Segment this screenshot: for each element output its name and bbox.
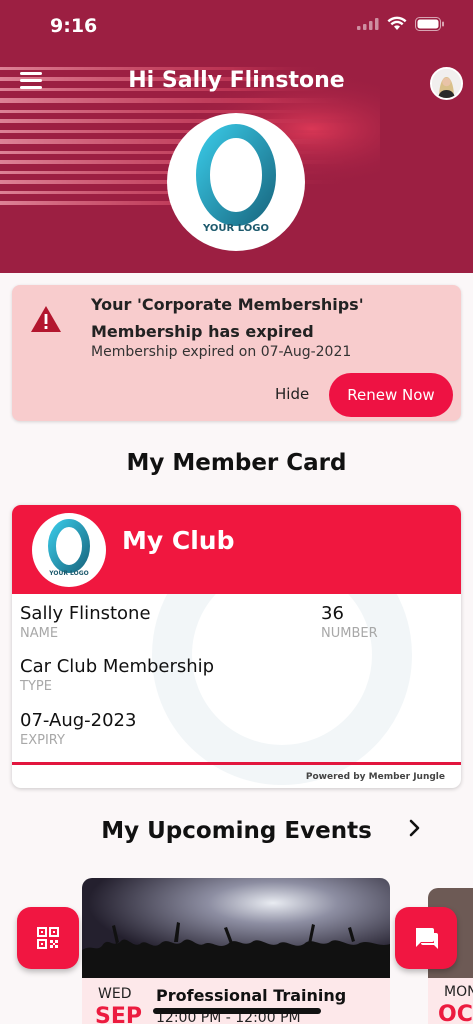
home-indicator	[153, 1008, 321, 1014]
hide-button[interactable]: Hide	[275, 385, 309, 403]
member-number-label: NUMBER	[321, 626, 378, 641]
event-title: Professional Training	[156, 986, 347, 1005]
event-details: MON OCT	[428, 978, 473, 1024]
event-month: OCT	[438, 1002, 473, 1024]
event-details: WED SEP Professional Training 12:00 PM -…	[82, 978, 390, 1024]
signal-icon	[357, 17, 379, 30]
battery-icon	[415, 16, 444, 31]
club-logo: YOUR LOGO	[167, 113, 305, 251]
member-card-heading: My Member Card	[126, 450, 347, 476]
membership-type: Car Club Membership	[20, 656, 215, 677]
card-divider	[12, 762, 461, 765]
card-club-logo: YOUR LOGO	[32, 513, 106, 587]
event-day-of-week: WED	[98, 986, 132, 1002]
alert-subtitle: Membership expired on 07-Aug-2021	[91, 344, 352, 360]
qr-code-icon	[37, 927, 59, 949]
membership-expiry-label: EXPIRY	[20, 733, 65, 748]
greeting: Hi Sally Flinstone	[128, 68, 345, 93]
membership-expiry: 07-Aug-2023	[20, 710, 137, 731]
user-avatar[interactable]	[430, 67, 463, 100]
event-month: SEP	[95, 1004, 142, 1024]
wifi-icon	[387, 16, 407, 30]
powered-by: Powered by Member Jungle	[305, 772, 445, 782]
membership-expired-alert: Your 'Corporate Memberships' Membership …	[12, 285, 461, 421]
renew-now-button[interactable]: Renew Now	[329, 373, 453, 417]
event-image	[82, 878, 390, 978]
chevron-right-icon[interactable]	[405, 817, 425, 839]
membership-type-label: TYPE	[20, 679, 52, 694]
header: 9:16 Hi Sally Flinstone YOUR LOGO	[0, 0, 473, 273]
member-card[interactable]: YOUR LOGO My Club Sally Flinstone NAME 3…	[12, 505, 461, 788]
card-logo-text: YOUR LOGO	[49, 570, 89, 577]
status-bar: 9:16	[0, 0, 473, 54]
events-heading: My Upcoming Events	[101, 818, 372, 844]
member-name: Sally Flinstone	[20, 603, 151, 624]
event-card[interactable]: WED SEP Professional Training 12:00 PM -…	[82, 878, 390, 1024]
logo-text: YOUR LOGO	[203, 223, 269, 234]
member-number: 36	[321, 603, 344, 624]
club-name: My Club	[122, 526, 235, 555]
chat-icon	[416, 928, 438, 949]
alert-title: Your 'Corporate Memberships' Membership …	[91, 295, 364, 341]
member-name-label: NAME	[20, 626, 59, 641]
qr-code-button[interactable]	[17, 907, 79, 969]
chat-button[interactable]	[395, 907, 457, 969]
event-day-of-week: MON	[444, 984, 473, 1000]
warning-icon	[31, 306, 61, 332]
status-time: 9:16	[50, 15, 98, 37]
